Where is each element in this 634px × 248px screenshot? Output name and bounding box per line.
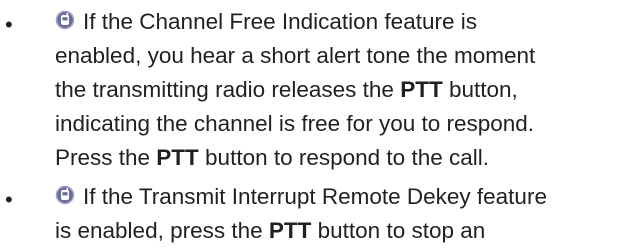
line-text: is enabled, press the (55, 218, 269, 243)
radio-feature-icon (55, 185, 75, 205)
bullet-point: • (5, 12, 13, 37)
line-text: button to respond to the call. (198, 145, 489, 170)
bullet-text: If the Channel Free Indication feature i… (55, 5, 634, 175)
text-line: is enabled, press the PTT button to stop… (55, 214, 634, 248)
ptt-bold: PTT (156, 145, 199, 170)
line-text: If the Channel Free Indication feature i… (83, 9, 477, 34)
text-line: Press the PTT button to respond to the c… (55, 141, 634, 175)
ptt-bold: PTT (268, 218, 312, 243)
radio-feature-icon (55, 10, 75, 30)
line-text: the transmitting radio releases the (55, 77, 401, 102)
text-line: enabled, you hear a short alert tone the… (55, 39, 634, 73)
line-text: Press the (55, 145, 157, 170)
bullet-point: • (5, 187, 13, 212)
bullet-text: If the Transmit Interrupt Remote Dekey f… (55, 180, 634, 248)
line-text: button to stop an (311, 218, 486, 243)
line-text: button, (442, 77, 518, 102)
text-line: If the Channel Free Indication feature i… (55, 5, 634, 39)
text-line: indicating the channel is free for you t… (55, 107, 634, 141)
text-line: the transmitting radio releases the PTT … (55, 73, 634, 107)
text-line: If the Transmit Interrupt Remote Dekey f… (55, 180, 634, 214)
line-text: indicating the channel is free for you t… (55, 111, 535, 136)
ptt-bold: PTT (400, 77, 443, 102)
line-text: If the Transmit Interrupt Remote Dekey f… (83, 184, 547, 209)
line-text: enabled, you hear a short alert tone the… (55, 43, 536, 68)
manual-page-excerpt: • If the Channel Free Indication feature… (0, 0, 634, 243)
